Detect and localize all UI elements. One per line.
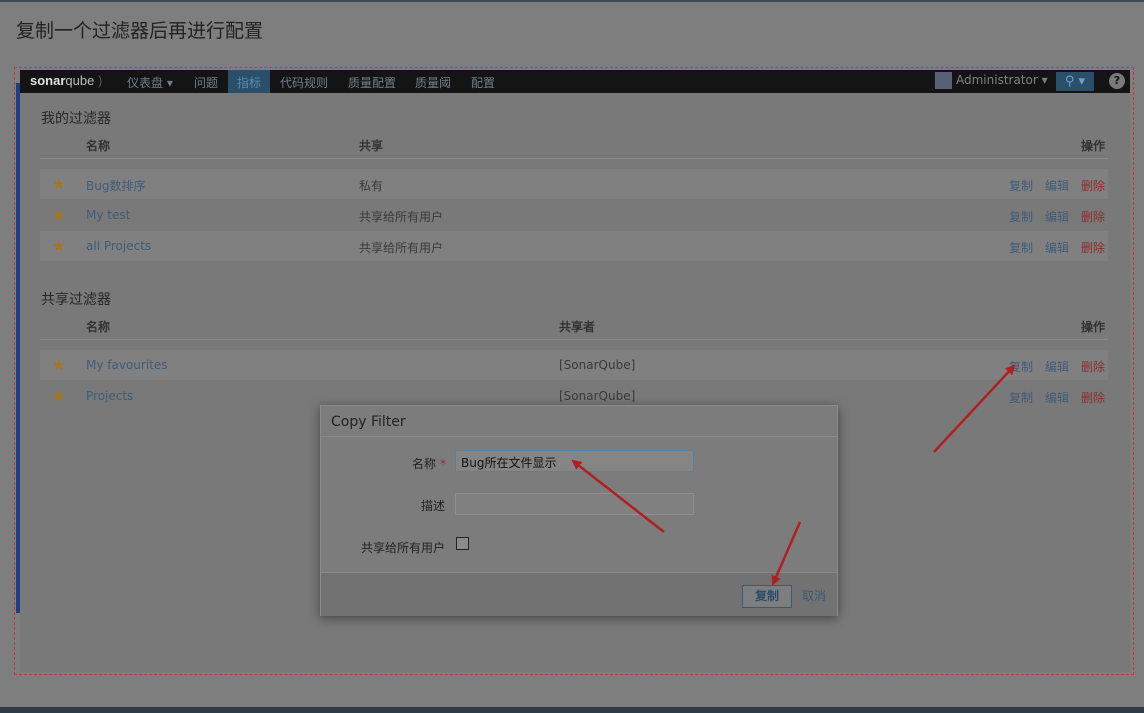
bottom-border xyxy=(0,707,1144,713)
arrow-to-copy-button xyxy=(771,521,802,586)
arrow-to-name-field xyxy=(571,459,665,533)
arrow-to-copy-link xyxy=(933,364,1016,453)
annotation-arrows xyxy=(571,364,1016,586)
